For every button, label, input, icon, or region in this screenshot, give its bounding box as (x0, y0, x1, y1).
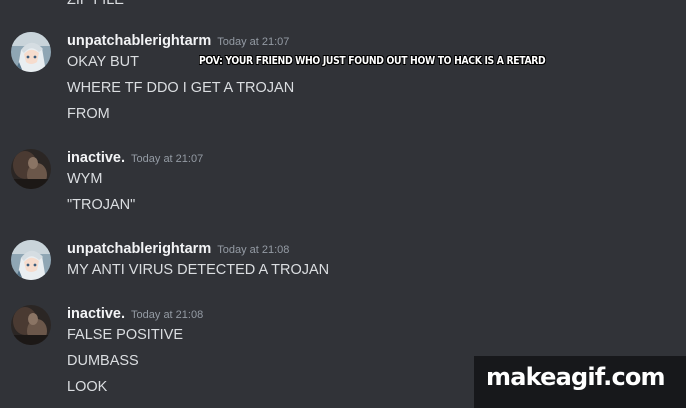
message-header: inactive. Today at 21:07 (67, 149, 203, 167)
meme-caption: POV: YOUR FRIEND WHO JUST FOUND OUT HOW … (199, 54, 546, 67)
message-header: inactive. Today at 21:08 (67, 305, 203, 323)
timestamp: Today at 21:08 (217, 244, 290, 256)
message-text: FROM (67, 106, 110, 122)
message-text: "TROJAN" (67, 197, 136, 213)
chat-message-list: ZIP FILE unpatchablerightarm Today at 21:… (0, 0, 686, 408)
timestamp: Today at 21:07 (217, 36, 290, 48)
username[interactable]: inactive. (67, 150, 125, 166)
cut-off-message: ZIP FILE (67, 0, 124, 8)
username[interactable]: unpatchablerightarm (67, 33, 211, 49)
dark-avatar-icon[interactable] (11, 149, 51, 189)
message-text: DUMBASS (67, 353, 139, 369)
watermark-text: makeagif.com (486, 363, 666, 391)
timestamp: Today at 21:08 (131, 309, 204, 321)
anime-avatar-icon[interactable] (11, 240, 51, 280)
message-text: MY ANTI VIRUS DETECTED A TROJAN (67, 262, 330, 278)
dark-avatar-icon[interactable] (11, 305, 51, 345)
message-text: FALSE POSITIVE (67, 327, 184, 343)
message-text: LOOK (67, 379, 108, 395)
message-header: unpatchablerightarm Today at 21:08 (67, 240, 289, 258)
message-text: WHERE TF DDO I GET A TROJAN (67, 80, 295, 96)
anime-avatar-icon[interactable] (11, 32, 51, 72)
message-header: unpatchablerightarm Today at 21:07 (67, 32, 289, 50)
timestamp: Today at 21:07 (131, 153, 204, 165)
message-text: WYM (67, 171, 103, 187)
username[interactable]: unpatchablerightarm (67, 241, 211, 257)
username[interactable]: inactive. (67, 306, 125, 322)
message-text: OKAY BUT (67, 54, 139, 70)
watermark-box: makeagif.com (474, 356, 686, 408)
